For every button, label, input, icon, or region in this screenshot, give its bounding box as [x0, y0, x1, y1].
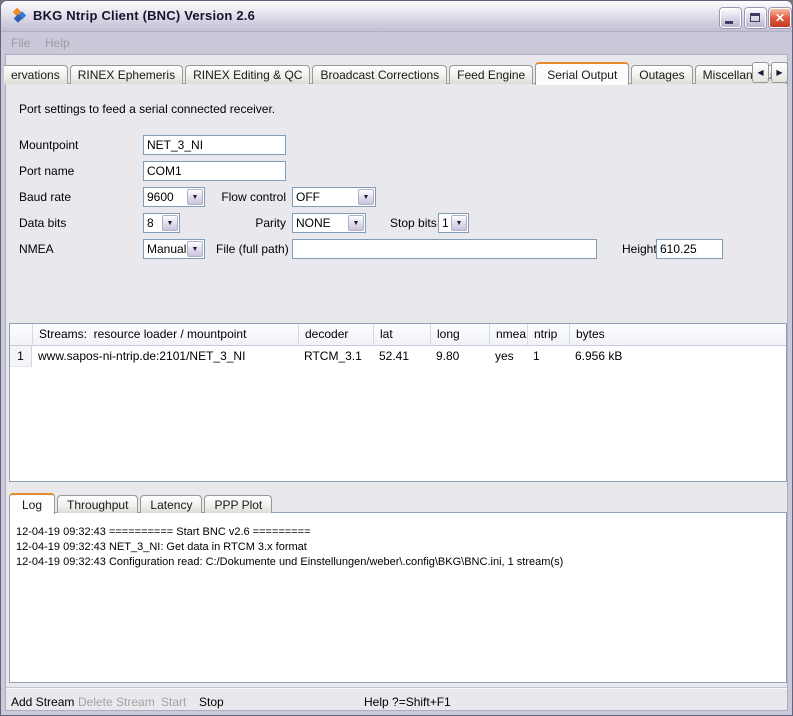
- cell-mountpoint: www.sapos-ni-ntrip.de:2101/NET_3_NI: [32, 346, 298, 367]
- height-label: Height: [622, 242, 657, 256]
- tab-latency[interactable]: Latency: [140, 495, 202, 513]
- nmea-select[interactable]: Manual ▼: [143, 239, 205, 259]
- minimize-icon: [725, 21, 733, 24]
- log-line: 12-04-19 09:32:43 ========== Start BNC v…: [16, 525, 780, 540]
- parity-label: Parity: [216, 216, 286, 230]
- mountpoint-label: Mountpoint: [19, 138, 78, 152]
- tab-scroll-right-button[interactable]: ▶: [771, 62, 788, 83]
- menu-bar: File Help: [1, 32, 792, 54]
- flow-control-label: Flow control: [216, 190, 286, 204]
- chevron-down-icon[interactable]: ▼: [358, 189, 374, 205]
- arrow-left-icon: ◀: [757, 68, 763, 77]
- stop-button[interactable]: Stop: [199, 695, 224, 709]
- cell-bytes: 6.956 kB: [569, 346, 786, 367]
- cell-lat: 52.41: [373, 346, 430, 367]
- minimize-button[interactable]: [720, 8, 741, 28]
- menu-help[interactable]: Help: [45, 36, 70, 50]
- tab-outages[interactable]: Outages: [631, 65, 692, 84]
- help-shortcut-label: Help ?=Shift+F1: [364, 695, 451, 709]
- chevron-down-icon[interactable]: ▼: [187, 189, 203, 205]
- chevron-down-icon[interactable]: ▼: [162, 215, 178, 231]
- log-line: 12-04-19 09:32:43 Configuration read: C:…: [16, 555, 780, 570]
- window-title: BKG Ntrip Client (BNC) Version 2.6: [33, 8, 255, 23]
- flow-control-select[interactable]: OFF ▼: [292, 187, 376, 207]
- col-lat: lat: [373, 324, 430, 345]
- stop-bits-label: Stop bits: [390, 216, 437, 230]
- log-line: 12-04-19 09:32:43 NET_3_NI: Get data in …: [16, 540, 780, 555]
- add-stream-button[interactable]: Add Stream: [11, 695, 74, 709]
- tab-throughput[interactable]: Throughput: [57, 495, 138, 513]
- col-long: long: [430, 324, 489, 345]
- delete-stream-button: Delete Stream: [78, 695, 155, 709]
- tab-serial-output[interactable]: Serial Output: [535, 62, 629, 85]
- data-bits-value: 8: [144, 216, 161, 230]
- row-number: 1: [10, 346, 32, 367]
- chevron-down-icon[interactable]: ▼: [451, 215, 467, 231]
- stop-bits-value: 1: [439, 216, 450, 230]
- title-bar[interactable]: BKG Ntrip Client (BNC) Version 2.6 ✕: [1, 1, 792, 32]
- file-path-label: File (full path): [216, 242, 289, 256]
- stop-bits-select[interactable]: 1 ▼: [438, 213, 469, 233]
- parity-value: NONE: [293, 216, 347, 230]
- close-icon: ✕: [775, 11, 785, 25]
- log-panel: 12-04-19 09:32:43 ========== Start BNC v…: [9, 512, 787, 683]
- data-bits-select[interactable]: 8 ▼: [143, 213, 180, 233]
- parity-select[interactable]: NONE ▼: [292, 213, 366, 233]
- app-logo-icon: [11, 8, 27, 24]
- flow-control-value: OFF: [293, 190, 357, 204]
- menu-file[interactable]: File: [11, 36, 30, 50]
- start-button: Start: [161, 695, 186, 709]
- streams-table: Streams: resource loader / mountpoint de…: [9, 323, 787, 482]
- main-tab-bar: ervations RINEX Ephemeris RINEX Editing …: [4, 61, 787, 84]
- data-bits-label: Data bits: [19, 216, 66, 230]
- close-button[interactable]: ✕: [769, 8, 791, 28]
- file-path-input[interactable]: [292, 239, 597, 259]
- chevron-down-icon[interactable]: ▼: [187, 241, 203, 257]
- height-input[interactable]: [656, 239, 723, 259]
- col-ntrip: ntrip: [527, 324, 569, 345]
- col-nmea: nmea: [489, 324, 527, 345]
- tab-log[interactable]: Log: [9, 493, 55, 514]
- cell-nmea: yes: [489, 346, 527, 367]
- maximize-button[interactable]: [745, 8, 766, 28]
- table-row[interactable]: 1 www.sapos-ni-ntrip.de:2101/NET_3_NI RT…: [10, 346, 786, 367]
- tab-feed-engine[interactable]: Feed Engine: [449, 65, 533, 84]
- cell-ntrip: 1: [527, 346, 569, 367]
- baud-rate-select[interactable]: 9600 ▼: [143, 187, 205, 207]
- cell-decoder: RTCM_3.1: [298, 346, 373, 367]
- port-name-input[interactable]: [143, 161, 286, 181]
- port-name-label: Port name: [19, 164, 74, 178]
- tab-rinex-editing-qc[interactable]: RINEX Editing & QC: [185, 65, 310, 84]
- nmea-value: Manual: [144, 242, 186, 256]
- nmea-label: NMEA: [19, 242, 54, 256]
- maximize-icon: [750, 13, 760, 22]
- bottom-tab-bar: Log Throughput Latency PPP Plot: [9, 492, 272, 513]
- tab-observations[interactable]: ervations: [4, 65, 68, 84]
- streams-table-header: Streams: resource loader / mountpoint de…: [10, 324, 786, 346]
- bottom-separator: [6, 687, 787, 689]
- app-window: BKG Ntrip Client (BNC) Version 2.6 ✕ Fil…: [0, 0, 793, 716]
- cell-long: 9.80: [430, 346, 489, 367]
- chevron-down-icon[interactable]: ▼: [348, 215, 364, 231]
- tab-broadcast-corrections[interactable]: Broadcast Corrections: [312, 65, 447, 84]
- row-number-header: [10, 324, 32, 345]
- baud-rate-label: Baud rate: [19, 190, 71, 204]
- col-decoder: decoder: [298, 324, 373, 345]
- col-bytes: bytes: [569, 324, 786, 345]
- arrow-right-icon: ▶: [776, 68, 782, 77]
- col-mountpoint: Streams: resource loader / mountpoint: [32, 324, 298, 345]
- baud-rate-value: 9600: [144, 190, 186, 204]
- tab-scroll-left-button[interactable]: ◀: [752, 62, 769, 83]
- tab-ppp-plot[interactable]: PPP Plot: [204, 495, 272, 513]
- form-description: Port settings to feed a serial connected…: [19, 102, 275, 116]
- mountpoint-input[interactable]: [143, 135, 286, 155]
- tab-rinex-ephemeris[interactable]: RINEX Ephemeris: [70, 65, 183, 84]
